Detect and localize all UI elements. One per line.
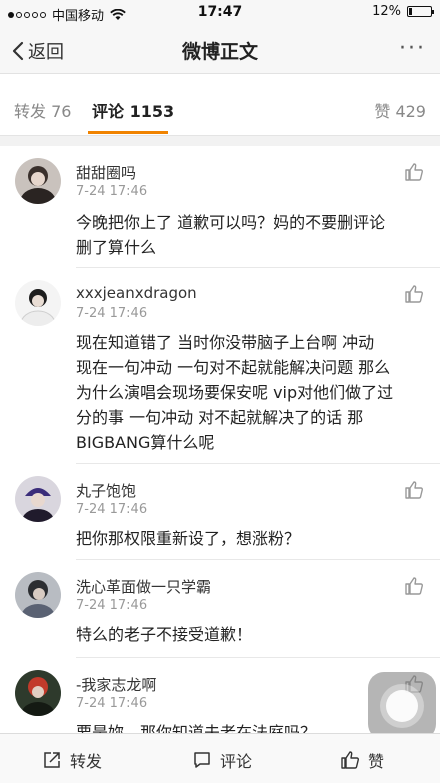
assistive-touch-button[interactable] (368, 672, 436, 740)
avatar[interactable] (15, 158, 61, 204)
comment-label: 评论 (220, 752, 253, 771)
comment-time: 7-24 17:46 (76, 598, 148, 613)
tab-likes[interactable]: 赞 429 (374, 98, 426, 122)
avatar[interactable] (15, 572, 61, 618)
comment-icon (194, 752, 210, 768)
thumbs-up-icon (341, 751, 359, 769)
more-options-button[interactable]: ··· (399, 36, 426, 61)
nav-bar: 返回 微博正文 ··· (0, 26, 440, 74)
repost-button[interactable]: 转发 (42, 748, 102, 772)
thumbs-up-icon[interactable] (404, 162, 424, 182)
comment-text: 今晚把你上了 道歉可以吗？妈的不要删评论 删了算什么 (76, 213, 386, 257)
comment-text: 把你那权限重新设了，想涨粉？ (76, 529, 301, 548)
avatar[interactable] (15, 476, 61, 522)
comment-item: 丸子饱饱 7-24 17:46 把你那权限重新设了，想涨粉？ (0, 464, 440, 560)
comment-author[interactable]: -我家志龙啊 (76, 674, 156, 695)
comment-item: 洗心革面做一只学霸 7-24 17:46 特么的老子不接受道歉！ (0, 560, 440, 658)
comment-text: 现在知道错了 当时你没带脑子上台啊 冲动 现在一句冲动 一句对不起就能解决问题 … (76, 333, 394, 452)
active-tab-indicator (88, 131, 168, 134)
tab-bar: 转发 76 评论 1153 赞 429 (0, 74, 440, 136)
comment-time: 7-24 17:46 (76, 502, 148, 517)
comment-author[interactable]: 丸子饱饱 (76, 480, 136, 501)
comment-time: 7-24 17:46 (76, 306, 148, 321)
bottom-action-bar: 转发 评论 赞 (0, 733, 440, 783)
comment-author[interactable]: xxxjeanxdragon (76, 284, 197, 302)
battery-icon (407, 6, 434, 17)
comment-time: 7-24 17:46 (76, 184, 148, 199)
section-gap (0, 136, 440, 146)
comment-item: xxxjeanxdragon 7-24 17:46 现在知道错了 当时你没带脑子… (0, 268, 440, 464)
thumbs-up-icon[interactable] (404, 480, 424, 500)
comment-item: 甜甜圈吗 7-24 17:46 今晚把你上了 道歉可以吗？妈的不要删评论 删了算… (0, 146, 440, 268)
avatar[interactable] (15, 280, 61, 326)
comment-author[interactable]: 洗心革面做一只学霸 (76, 576, 211, 597)
status-bar: 中国移动 17:47 12% (0, 0, 440, 26)
like-label: 赞 (368, 752, 385, 771)
comment-time: 7-24 17:46 (76, 696, 148, 711)
comment-text: 特么的老子不接受道歉！ (76, 625, 253, 644)
tab-reposts[interactable]: 转发 76 (14, 98, 71, 122)
comment-author[interactable]: 甜甜圈吗 (76, 162, 136, 183)
thumbs-up-icon[interactable] (404, 284, 424, 304)
like-button[interactable]: 赞 (340, 748, 384, 772)
thumbs-up-icon[interactable] (404, 576, 424, 596)
page-title: 微博正文 (181, 41, 258, 63)
tab-comments[interactable]: 评论 1153 (92, 98, 174, 122)
repost-icon (44, 752, 60, 768)
avatar[interactable] (15, 670, 61, 716)
repost-label: 转发 (70, 752, 103, 771)
battery-percent: 12% (372, 4, 401, 19)
comment-button[interactable]: 评论 (192, 748, 252, 772)
